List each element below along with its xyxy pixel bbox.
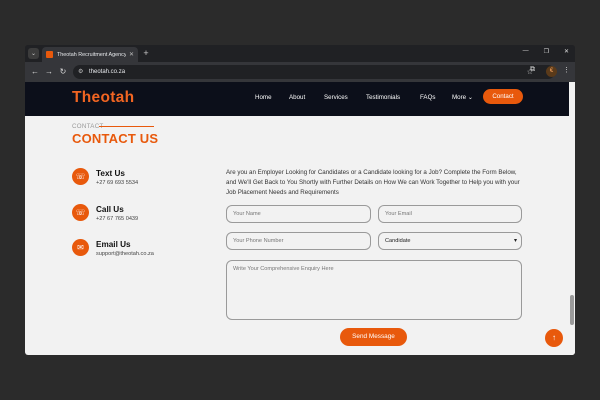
- contact-button[interactable]: Contact: [483, 89, 523, 104]
- phone-icon: ☏: [72, 204, 89, 221]
- nav-faqs[interactable]: FAQs: [420, 94, 435, 101]
- window-controls: — ❐ ✕: [523, 48, 569, 55]
- contact-item-title: Text Us: [96, 169, 125, 178]
- browser-window: ⌄ Theotah Recruitment Agency | ✕ + — ❐ ✕…: [25, 45, 575, 355]
- site-logo[interactable]: Theotah: [72, 89, 134, 107]
- email-input[interactable]: Your Email: [378, 205, 522, 223]
- chevron-down-icon: ⌄: [467, 94, 474, 101]
- nav-more-label: More: [452, 94, 467, 101]
- nav-about[interactable]: About: [289, 94, 305, 101]
- close-icon[interactable]: ✕: [129, 51, 134, 58]
- nav-testimonials[interactable]: Testimonials: [366, 94, 400, 101]
- page-viewport: Theotah Home About Services Testimonials…: [25, 82, 575, 355]
- kicker-divider: [99, 126, 154, 127]
- nav-home[interactable]: Home: [255, 94, 272, 101]
- kebab-icon[interactable]: ⋮: [563, 66, 570, 74]
- form-intro: Are you an Employer Looking for Candidat…: [226, 169, 520, 196]
- phone-input[interactable]: Your Phone Number: [226, 232, 371, 250]
- address-url: theotah.co.za: [89, 68, 126, 75]
- caret-down-icon: ▾: [513, 238, 517, 244]
- plus-icon[interactable]: +: [140, 47, 152, 59]
- restore-icon[interactable]: ❐: [544, 48, 549, 55]
- name-input[interactable]: Your Name: [226, 205, 371, 223]
- contact-item-title: Email Us: [96, 240, 131, 249]
- arrow-up-icon[interactable]: ↑: [545, 329, 563, 347]
- contact-item-title: Call Us: [96, 205, 124, 214]
- nav-more[interactable]: More ⌄: [452, 94, 473, 101]
- page-title: CONTACT US: [72, 131, 159, 146]
- contact-item-value[interactable]: +27 67 765 0439: [96, 216, 138, 222]
- site-header: Theotah Home About Services Testimonials…: [25, 82, 575, 116]
- nav-services[interactable]: Services: [324, 94, 348, 101]
- tune-icon[interactable]: ⚙: [78, 68, 83, 75]
- chevron-down-icon[interactable]: ⌄: [28, 48, 39, 59]
- scrollbar-thumb[interactable]: [570, 295, 574, 325]
- minimize-icon[interactable]: —: [523, 48, 529, 55]
- favicon-icon: [46, 51, 53, 58]
- address-bar[interactable]: ⚙ theotah.co.za ☆: [73, 65, 555, 79]
- reload-icon[interactable]: ↻: [57, 66, 69, 78]
- enquiry-textarea[interactable]: Write Your Comprehensive Enquiry Here: [226, 260, 522, 320]
- tab-strip: ⌄ Theotah Recruitment Agency | ✕ + — ❐ ✕: [25, 45, 575, 62]
- arrow-right-icon[interactable]: →: [43, 66, 55, 78]
- phone-icon: ☏: [72, 168, 89, 185]
- browser-toolbar: ← → ↻ ⚙ theotah.co.za ☆ ⧉ € ⋮: [25, 62, 575, 82]
- tab-title: Theotah Recruitment Agency |: [57, 51, 126, 58]
- profile-avatar[interactable]: €: [546, 66, 557, 77]
- role-select-value: Candidate: [385, 238, 411, 244]
- contact-item-value[interactable]: +27 69 693 5534: [96, 180, 138, 186]
- role-select[interactable]: Candidate ▾: [378, 232, 522, 250]
- puzzle-icon[interactable]: ⧉: [530, 66, 535, 74]
- close-window-icon[interactable]: ✕: [564, 48, 569, 55]
- send-message-button[interactable]: Send Message: [340, 328, 407, 346]
- contact-item-value[interactable]: support@theotah.co.za: [96, 251, 154, 257]
- arrow-left-icon[interactable]: ←: [29, 66, 41, 78]
- browser-tab[interactable]: Theotah Recruitment Agency | ✕: [42, 47, 138, 62]
- mail-icon: ✉: [72, 239, 89, 256]
